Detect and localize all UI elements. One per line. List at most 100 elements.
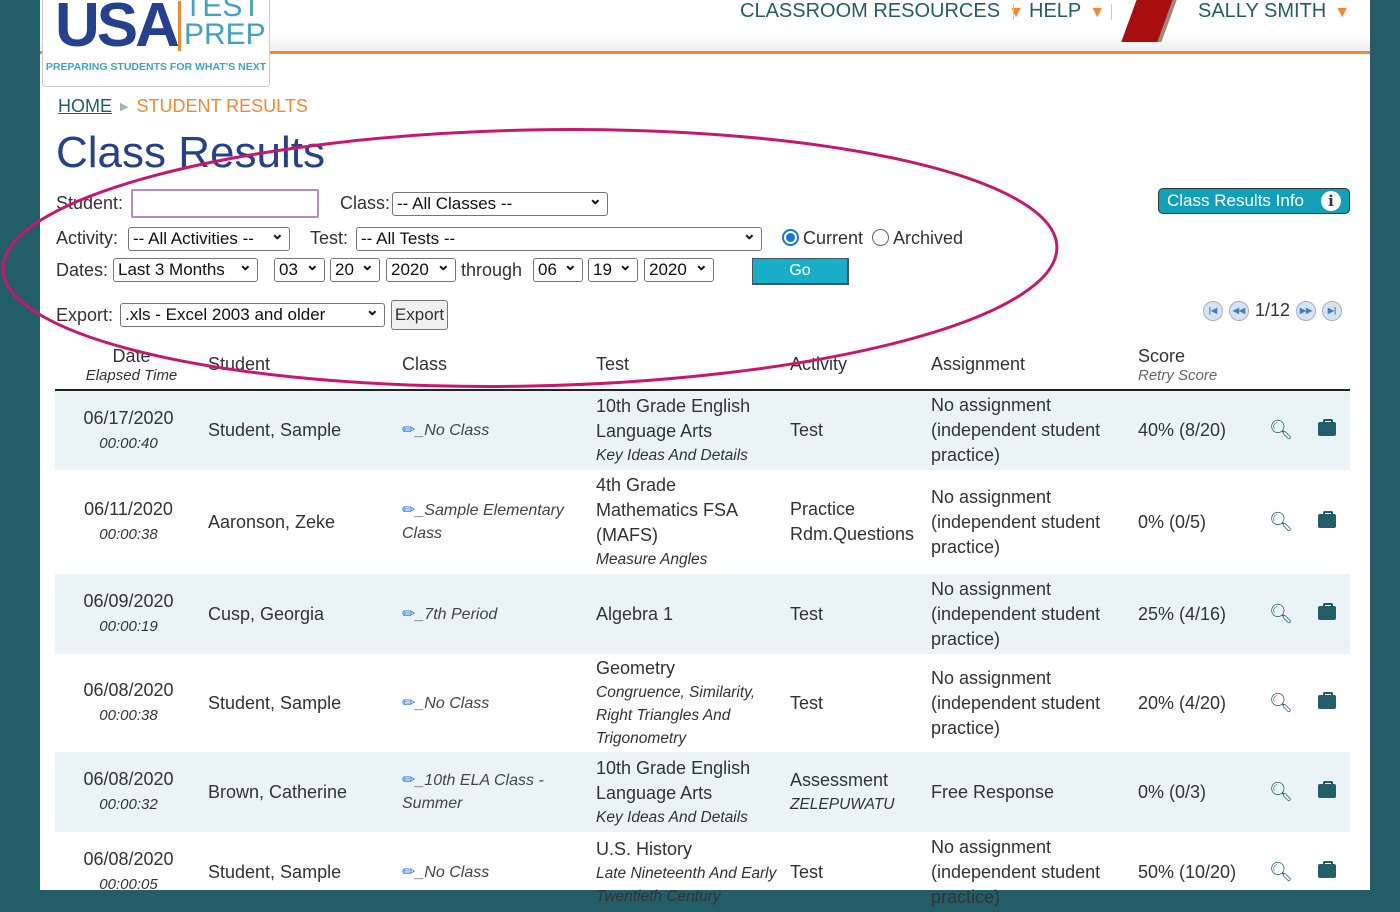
col-activity[interactable]: Activity	[784, 340, 925, 391]
logo[interactable]: USA TEST PREP PREPARING STUDENTS FOR WHAT…	[42, 0, 270, 87]
breadcrumb-home[interactable]: HOME	[58, 96, 112, 116]
col-retry-label: Retry Score	[1138, 366, 1218, 384]
col-class[interactable]: Class	[396, 340, 590, 391]
briefcase-icon[interactable]	[1304, 390, 1350, 470]
cell-assignment: No assignment (independent student pract…	[931, 836, 1101, 907]
to-day-select[interactable]: 19	[588, 258, 638, 282]
logo-testprep: TEST PREP	[184, 0, 266, 51]
activity-name: Test	[790, 861, 824, 882]
cell-score: 50% (10/20)	[1138, 861, 1237, 882]
radio-archived-button[interactable]	[872, 229, 889, 246]
briefcase-icon[interactable]	[1304, 752, 1350, 832]
go-button[interactable]: Go	[752, 258, 849, 285]
page-indicator: 1/12	[1255, 300, 1291, 320]
briefcase-shape	[1318, 510, 1336, 528]
search-icon[interactable]: 🔍︎	[1258, 574, 1304, 654]
briefcase-shape	[1318, 419, 1336, 436]
cell-student: Aaronson, Zeke	[208, 511, 336, 532]
test-topic: Late Nineteenth And Early Twentieth Cent…	[596, 864, 777, 905]
nav-label: SALLY SMITH	[1198, 0, 1327, 22]
class-results-info-button[interactable]: Class Results Info i	[1158, 188, 1350, 214]
class-label: Class:	[340, 193, 391, 213]
pencil-icon[interactable]: ✏	[402, 606, 415, 623]
breadcrumb: HOME ▶ STUDENT RESULTS	[58, 96, 308, 117]
last-page-icon[interactable]: ▶|	[1322, 300, 1343, 321]
search-icon[interactable]: 🔍︎	[1258, 752, 1304, 832]
radio-archived[interactable]: Archived	[872, 228, 963, 249]
logo-tagline: PREPARING STUDENTS FOR WHAT'S NEXT	[45, 61, 267, 73]
class-name: _No Class	[415, 694, 490, 712]
col-assignment[interactable]: Assignment	[925, 340, 1132, 391]
from-day-select[interactable]: 20	[330, 258, 380, 282]
breadcrumb-current: STUDENT RESULTS	[136, 96, 308, 116]
table-row: 06/09/2020 00:00:19 Cusp, Georgia ✏_7th P…	[55, 574, 1350, 654]
nav-classroom-resources[interactable]: CLASSROOM RESOURCES ▼	[740, 0, 1024, 23]
activity-name: Test	[790, 692, 824, 713]
cell-activity: Test	[784, 390, 925, 470]
nav-user-menu[interactable]: SALLY SMITH ▼	[1198, 0, 1350, 23]
date-value: 06/08/2020	[83, 769, 174, 789]
cell-score: 20% (4/20)	[1138, 692, 1227, 713]
search-icon[interactable]: 🔍︎	[1258, 832, 1304, 912]
radio-current[interactable]: Current	[782, 228, 863, 249]
cell-class: ✏_No Class	[396, 832, 590, 912]
search-icon[interactable]: 🔍︎	[1258, 654, 1304, 752]
elapsed-time: 00:00:38	[99, 707, 158, 724]
search-icon[interactable]: 🔍︎	[1258, 470, 1304, 574]
radio-current-button[interactable]	[782, 229, 799, 246]
nav-label: HELP	[1029, 0, 1082, 22]
test-topic: Congruence, Similarity, Right Triangles …	[596, 684, 756, 747]
search-icon[interactable]: 🔍︎	[1258, 390, 1304, 470]
class-select[interactable]: -- All Classes --	[392, 192, 608, 216]
date-value: 06/11/2020	[84, 499, 173, 519]
briefcase-icon[interactable]	[1304, 470, 1350, 574]
briefcase-icon[interactable]	[1304, 832, 1350, 912]
pencil-icon[interactable]: ✏	[402, 772, 415, 789]
col-score[interactable]: Score Retry Score	[1132, 340, 1258, 391]
logo-prep: PREP	[184, 18, 266, 51]
from-month-select[interactable]: 03	[274, 258, 325, 282]
cell-assignment: No assignment (independent student pract…	[931, 486, 1101, 557]
col-student[interactable]: Student	[202, 340, 396, 391]
pencil-icon[interactable]: ✏	[402, 422, 415, 439]
to-month-select[interactable]: 06	[533, 258, 583, 282]
logo-bar	[178, 1, 181, 51]
test-select[interactable]: -- All Tests --	[356, 227, 762, 251]
student-input[interactable]	[131, 189, 319, 218]
cell-activity: Test	[784, 654, 925, 752]
activity-name: Test	[790, 420, 824, 440]
first-page-icon[interactable]: |◀	[1203, 300, 1223, 321]
cell-date: 06/17/2020 00:00:40	[55, 390, 202, 470]
from-year-select[interactable]: 2020	[386, 258, 456, 282]
export-label: Export:	[56, 305, 114, 325]
next-page-icon[interactable]: ▶▶	[1296, 300, 1317, 321]
cell-class: ✏_No Class	[396, 654, 590, 752]
nav-help[interactable]: HELP ▼	[1029, 0, 1105, 23]
dropdown-arrow-icon: ▼	[1008, 4, 1024, 21]
test-topic: Key Ideas And Details	[596, 808, 748, 826]
col-score-label: Score	[1138, 345, 1186, 366]
date-range-select[interactable]: Last 3 Months	[113, 258, 258, 282]
briefcase-icon[interactable]	[1304, 574, 1350, 654]
cell-student: Student, Sample	[202, 390, 396, 470]
to-year-select[interactable]: 2020	[644, 258, 714, 282]
cell-score: 40% (8/20)	[1132, 390, 1258, 470]
cell-score: 25% (4/16)	[1132, 574, 1258, 654]
col-test[interactable]: Test	[590, 340, 784, 391]
prev-page-icon[interactable]: ◀◀	[1229, 300, 1249, 321]
export-format-select[interactable]: .xls - Excel 2003 and older	[120, 303, 385, 327]
cell-student: Student, Sample	[208, 861, 342, 882]
pencil-icon[interactable]: ✏	[402, 502, 415, 519]
pencil-icon[interactable]: ✏	[402, 695, 415, 712]
date-value: 06/08/2020	[83, 849, 174, 869]
cell-score: 0% (0/3)	[1132, 752, 1258, 832]
col-date[interactable]: Date Elapsed Time	[55, 340, 202, 391]
cell-student: Student, Sample	[208, 692, 342, 713]
briefcase-icon[interactable]	[1304, 654, 1350, 752]
export-button[interactable]: Export	[391, 300, 448, 330]
activity-select[interactable]: -- All Activities --	[128, 227, 290, 251]
col-actions	[1258, 340, 1304, 391]
cell-class: ✏_10th ELA Class - Summer	[396, 752, 590, 832]
pencil-icon[interactable]: ✏	[402, 864, 415, 881]
pager: |◀ ◀◀ 1/12 ▶▶ ▶|	[1203, 300, 1343, 321]
